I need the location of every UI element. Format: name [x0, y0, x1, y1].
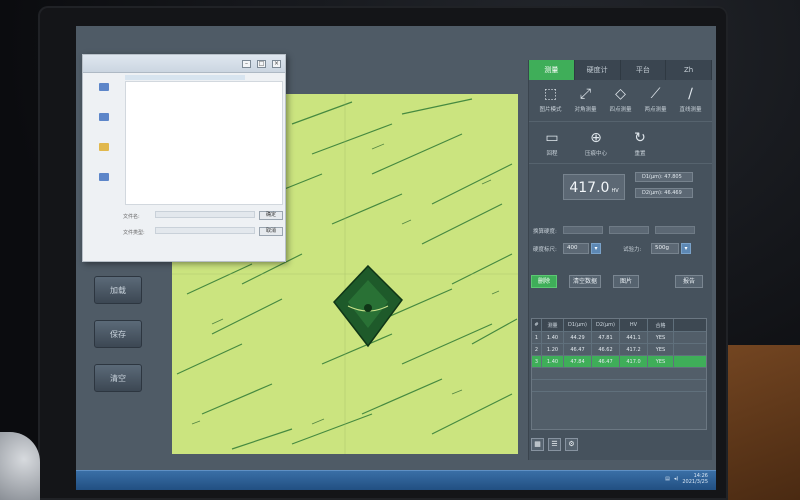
- folder-icon: [99, 83, 109, 91]
- clear-data-button[interactable]: 清空数据: [569, 275, 601, 288]
- tab-hardness-tester[interactable]: 硬度计: [575, 60, 621, 80]
- dialog-titlebar[interactable]: – □ ×: [83, 55, 285, 73]
- table-header: # 测量 D1(μm) D2(μm) HV 合格: [532, 319, 706, 331]
- column-header: D2(μm): [592, 319, 620, 331]
- d2-readout: D2(μm): 46.469: [635, 188, 693, 198]
- conversion-field-2[interactable]: [609, 226, 649, 234]
- filetype-label: 文件类型:: [123, 230, 145, 236]
- report-button[interactable]: 报告: [675, 275, 703, 288]
- tree-item[interactable]: [94, 113, 114, 129]
- tab-platform[interactable]: 平台: [621, 60, 667, 80]
- calculator-icon[interactable]: ▦: [531, 438, 544, 451]
- tree-item[interactable]: [94, 143, 114, 159]
- line-measure-icon: ∕: [688, 86, 693, 102]
- clear-button[interactable]: 清空: [94, 364, 142, 392]
- tab-zh[interactable]: Zh: [666, 60, 712, 80]
- table-actions: 删除 清空数据 图片 报告: [529, 273, 712, 293]
- hardness-scale-select[interactable]: 400: [563, 243, 589, 254]
- conversion-field[interactable]: [563, 226, 603, 234]
- measure-tools: ⬚ 图片模式 ⤢ 对角测量 ◇ 四点测量 ⟋ 两点测量 ∕ 直线测量: [529, 80, 712, 115]
- image-button[interactable]: 图片: [613, 275, 639, 288]
- target-center-icon: ⊕: [590, 130, 602, 146]
- dialog-ok-button[interactable]: 确定: [259, 211, 283, 220]
- table-row-empty: [532, 379, 706, 391]
- conversion-field-3[interactable]: [655, 226, 695, 234]
- two-point-measure-icon: ⟋: [650, 86, 661, 102]
- conversion-label: 换算硬度:: [533, 229, 557, 235]
- list-icon[interactable]: ☰: [548, 438, 561, 451]
- computer-icon: [99, 143, 109, 151]
- chevron-down-icon[interactable]: ▾: [591, 243, 601, 254]
- table-row[interactable]: 2 1.20 46.47 46.62 417.2 YES: [532, 343, 706, 355]
- test-parameters: 换算硬度: 硬度标尺: 400 ▾ 试验力: 500g ▾: [529, 221, 712, 265]
- dialog-address-bar[interactable]: [125, 75, 245, 80]
- system-tray: ▤ ◂) 14:26 2021/3/25: [665, 473, 708, 485]
- tab-measure[interactable]: 测量: [529, 60, 575, 80]
- hardness-value-display: 417.0 HV: [563, 174, 625, 200]
- dialog-file-list[interactable]: [125, 81, 283, 205]
- column-header: HV: [620, 319, 648, 331]
- refresh-icon: ↻: [634, 130, 646, 146]
- image-mode-tool[interactable]: ⬚ 图片模式: [536, 86, 566, 113]
- tree-item[interactable]: [94, 83, 114, 99]
- reset-tool[interactable]: ↻ 重置: [625, 130, 655, 157]
- filename-input[interactable]: [155, 211, 255, 218]
- hardness-readout: 417.0 HV D1(μm): 47.805 D2(μm): 46.469: [529, 163, 712, 221]
- maximize-icon[interactable]: □: [257, 59, 266, 68]
- panel-tabs: 测量 硬度计 平台 Zh: [529, 60, 712, 80]
- volume-icon[interactable]: ◂): [674, 476, 678, 482]
- box-select-icon: ⬚: [543, 86, 558, 102]
- table-row-empty: [532, 367, 706, 379]
- library-icon: [99, 113, 109, 121]
- line-measure-tool[interactable]: ∕ 直线测量: [676, 86, 706, 113]
- hardness-scale-label: 硬度标尺:: [533, 247, 557, 253]
- d1-readout: D1(μm): 47.805: [635, 172, 693, 182]
- chevron-down-icon[interactable]: ▾: [681, 243, 691, 254]
- clock-date: 2021/3/25: [682, 479, 708, 485]
- indent-center-tool[interactable]: ⊕ 压痕中心: [581, 130, 611, 157]
- column-header: #: [532, 319, 542, 331]
- monitor-icon: ▭: [545, 130, 559, 146]
- diamond-measure-icon: ◇: [615, 86, 626, 102]
- delete-button[interactable]: 删除: [531, 275, 557, 288]
- table-row[interactable]: 1 1.40 44.29 47.81 441.1 YES: [532, 331, 706, 343]
- action-tools: ▭ 回程 ⊕ 压痕中心 ↻ 重置: [529, 121, 712, 161]
- settings-icon[interactable]: ⚙: [565, 438, 578, 451]
- measurement-table: # 测量 D1(μm) D2(μm) HV 合格 1 1.40 44.29 47…: [531, 318, 707, 430]
- column-header: D1(μm): [564, 319, 592, 331]
- network-icon: [99, 173, 109, 181]
- control-panel: 测量 硬度计 平台 Zh ⬚ 图片模式 ⤢ 对角测量 ◇ 四点测量 ⟋ 两点测量 ∕ 直线…: [528, 60, 712, 460]
- table-row-selected[interactable]: 3 1.40 47.84 46.47 417.0 YES: [532, 355, 706, 367]
- two-point-measure-tool[interactable]: ⟋ 两点测量: [641, 86, 671, 113]
- file-dialog[interactable]: – □ × 文件名: 确定 文件类型: 取消: [82, 54, 286, 262]
- load-button[interactable]: 加载: [94, 276, 142, 304]
- test-force-select[interactable]: 500g: [651, 243, 679, 254]
- bottom-toolbar: ▦ ☰ ⚙: [531, 438, 578, 451]
- table-row-empty: [532, 391, 706, 403]
- hardness-unit: HV: [611, 188, 619, 194]
- return-tool[interactable]: ▭ 回程: [537, 130, 567, 157]
- dialog-cancel-button[interactable]: 取消: [259, 227, 283, 236]
- network-icon[interactable]: ▤: [665, 476, 670, 482]
- screen: 加载 保存 清空 – □ × 文件名: 确定 文件类型: 取消 测量 硬度计 平…: [76, 26, 716, 490]
- column-header: 测量: [542, 319, 564, 331]
- filename-label: 文件名:: [123, 214, 140, 220]
- filetype-select[interactable]: [155, 227, 255, 234]
- axis-measure-icon: ⤢: [579, 86, 592, 102]
- taskbar: ▤ ◂) 14:26 2021/3/25: [76, 470, 716, 490]
- close-icon[interactable]: ×: [272, 59, 281, 68]
- four-point-measure-tool[interactable]: ◇ 四点测量: [606, 86, 636, 113]
- column-header: 合格: [648, 319, 674, 331]
- diagonal-measure-tool[interactable]: ⤢ 对角测量: [571, 86, 601, 113]
- dialog-folder-tree: [87, 83, 121, 203]
- minimize-icon[interactable]: –: [242, 59, 251, 68]
- tray-clock[interactable]: 14:26 2021/3/25: [682, 473, 708, 485]
- save-button[interactable]: 保存: [94, 320, 142, 348]
- tree-item[interactable]: [94, 173, 114, 189]
- left-rail: 加载 保存 清空: [76, 256, 166, 476]
- test-force-label: 试验力:: [623, 247, 642, 253]
- hardness-value: 417.0: [569, 180, 610, 196]
